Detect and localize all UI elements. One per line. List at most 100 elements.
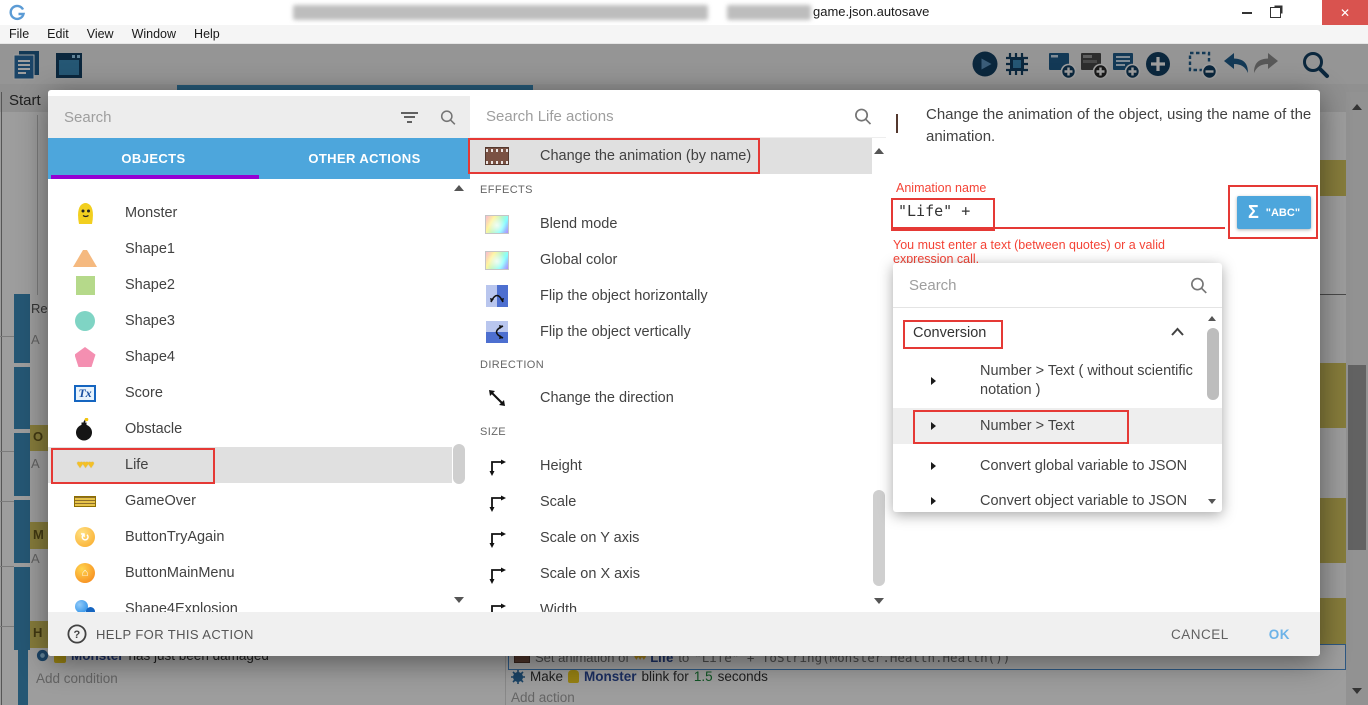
scrollbar-thumb[interactable]: [873, 490, 885, 586]
cancel-button[interactable]: CANCEL: [1171, 627, 1229, 642]
actions-list: EFFECTS Blend mode Global color Flip the…: [470, 176, 872, 612]
object-row-monster[interactable]: Monster: [48, 195, 452, 231]
title-blurred-text: [727, 5, 811, 20]
color-palette-icon: [485, 248, 509, 272]
expression-item-object-var-json[interactable]: Convert object variable to JSON: [893, 484, 1222, 512]
action-row-change-direction[interactable]: Change the direction: [470, 380, 872, 416]
restore-button[interactable]: [1261, 0, 1289, 25]
menu-edit[interactable]: Edit: [47, 27, 69, 41]
expression-popup: Conversion Number > Text ( without scien…: [893, 263, 1222, 512]
action-row-scale-x[interactable]: Scale on X axis: [470, 556, 872, 592]
expression-search-input[interactable]: [907, 276, 1190, 295]
caret-right-icon[interactable]: [931, 462, 936, 470]
object-row-shape4explosion[interactable]: Shape4Explosion: [48, 591, 452, 612]
tab-objects[interactable]: OBJECTS: [48, 138, 259, 179]
menu-view[interactable]: View: [87, 27, 114, 41]
field-label: Animation name: [896, 181, 986, 195]
objects-search-input[interactable]: [62, 108, 401, 127]
blend-mode-icon: [485, 212, 509, 236]
object-row-shape2[interactable]: Shape2: [48, 267, 452, 303]
scroll-up-icon[interactable]: [1208, 316, 1216, 321]
object-row-shape1[interactable]: Shape1: [48, 231, 452, 267]
objects-search[interactable]: [48, 96, 470, 138]
objects-scrollbar[interactable]: [452, 179, 466, 612]
scroll-down-icon[interactable]: [874, 598, 884, 604]
annotation-box-field-value: [891, 198, 995, 231]
minimize-button[interactable]: [1233, 0, 1261, 25]
object-row-shape4[interactable]: Shape4: [48, 339, 452, 375]
objects-tab-bar: OBJECTS OTHER ACTIONS: [48, 138, 470, 179]
actions-search-input[interactable]: [484, 107, 854, 126]
object-row-buttonmainmenu[interactable]: ⌂ ButtonMainMenu: [48, 555, 452, 591]
app-window: game.json.autosave ✕ File Edit View Wind…: [0, 0, 1368, 705]
section-header-effects: EFFECTS: [470, 176, 872, 204]
scrollbar-thumb[interactable]: [453, 444, 465, 484]
object-row-shape3[interactable]: Shape3: [48, 303, 452, 339]
caret-right-icon[interactable]: [931, 377, 936, 385]
actions-scrollbar[interactable]: [872, 144, 886, 612]
actions-search[interactable]: [470, 96, 886, 138]
home-button-icon: ⌂: [73, 561, 97, 585]
scroll-down-icon[interactable]: [1208, 499, 1216, 504]
scroll-up-icon[interactable]: [454, 185, 464, 191]
objects-list: Monster Shape1 Shape2 Shape3 Shape4 Tx S…: [48, 179, 452, 612]
action-row-flip-vertical[interactable]: Flip the object vertically: [470, 314, 872, 350]
object-row-buttontryagain[interactable]: ↻ ButtonTryAgain: [48, 519, 452, 555]
section-header-direction: DIRECTION: [470, 350, 872, 380]
annotation-box-number-text: [913, 410, 1129, 444]
action-editor-dialog: OBJECTS OTHER ACTIONS Monster Shape1 Sha…: [48, 90, 1320, 656]
scroll-up-icon[interactable]: [874, 148, 884, 154]
resize-corner-icon: [485, 598, 509, 612]
object-row-obstacle[interactable]: Obstacle: [48, 411, 452, 447]
dialog-footer: ? HELP FOR THIS ACTION CANCEL OK: [48, 612, 1320, 656]
window-title: game.json.autosave: [813, 4, 929, 19]
triangle-icon: [73, 237, 97, 261]
tab-other-actions[interactable]: OTHER ACTIONS: [259, 138, 470, 179]
help-link[interactable]: ? HELP FOR THIS ACTION: [67, 624, 254, 644]
ok-button[interactable]: OK: [1269, 627, 1290, 642]
expression-item-global-var-json[interactable]: Convert global variable to JSON: [893, 449, 1222, 483]
diagonal-arrows-icon: [485, 386, 509, 410]
title-bar: game.json.autosave ✕: [0, 0, 1368, 26]
explosion-particles-icon: [73, 597, 97, 612]
filter-icon[interactable]: [401, 109, 418, 125]
action-row-scale[interactable]: Scale: [470, 484, 872, 520]
annotation-box-life: [51, 448, 215, 484]
menu-file[interactable]: File: [9, 27, 29, 41]
menu-window[interactable]: Window: [132, 27, 176, 41]
action-row-blend-mode[interactable]: Blend mode: [470, 206, 872, 242]
circle-icon: [73, 309, 97, 333]
search-icon: [1190, 276, 1208, 295]
expression-item-number-text-nosci[interactable]: Number > Text ( without scientific notat…: [893, 358, 1222, 404]
pentagon-icon: [73, 345, 97, 369]
action-row-width[interactable]: Width: [470, 592, 872, 612]
menu-help[interactable]: Help: [194, 27, 220, 41]
validation-error: You must enter a text (between quotes) o…: [893, 238, 1228, 266]
monster-icon: [73, 201, 97, 225]
retry-button-icon: ↻: [73, 525, 97, 549]
caret-right-icon[interactable]: [931, 497, 936, 505]
svg-text:?: ?: [73, 629, 80, 641]
object-row-score[interactable]: Tx Score: [48, 375, 452, 411]
close-button[interactable]: ✕: [1322, 0, 1368, 25]
chevron-up-icon[interactable]: [1170, 327, 1185, 337]
scrollbar-thumb[interactable]: [1207, 328, 1219, 400]
resize-corner-icon: [485, 562, 509, 586]
action-description: Change the animation of the object, usin…: [926, 104, 1326, 148]
menu-bar: File Edit View Window Help: [0, 25, 1368, 44]
flip-vertical-icon: [485, 320, 509, 344]
action-row-flip-horizontal[interactable]: Flip the object horizontally: [470, 278, 872, 314]
title-blurred-text: [293, 5, 708, 20]
object-row-gameover[interactable]: GameOver: [48, 483, 452, 519]
expression-scrollbar[interactable]: [1206, 313, 1220, 512]
scroll-down-icon[interactable]: [454, 597, 464, 603]
expression-search[interactable]: [893, 263, 1222, 308]
bomb-icon: [73, 417, 97, 441]
resize-corner-icon: [485, 526, 509, 550]
banner-icon: [73, 489, 97, 513]
search-icon: [854, 107, 872, 126]
action-row-scale-y[interactable]: Scale on Y axis: [470, 520, 872, 556]
gdevelop-logo-icon: [9, 4, 26, 21]
action-row-global-color[interactable]: Global color: [470, 242, 872, 278]
action-row-height[interactable]: Height: [470, 448, 872, 484]
